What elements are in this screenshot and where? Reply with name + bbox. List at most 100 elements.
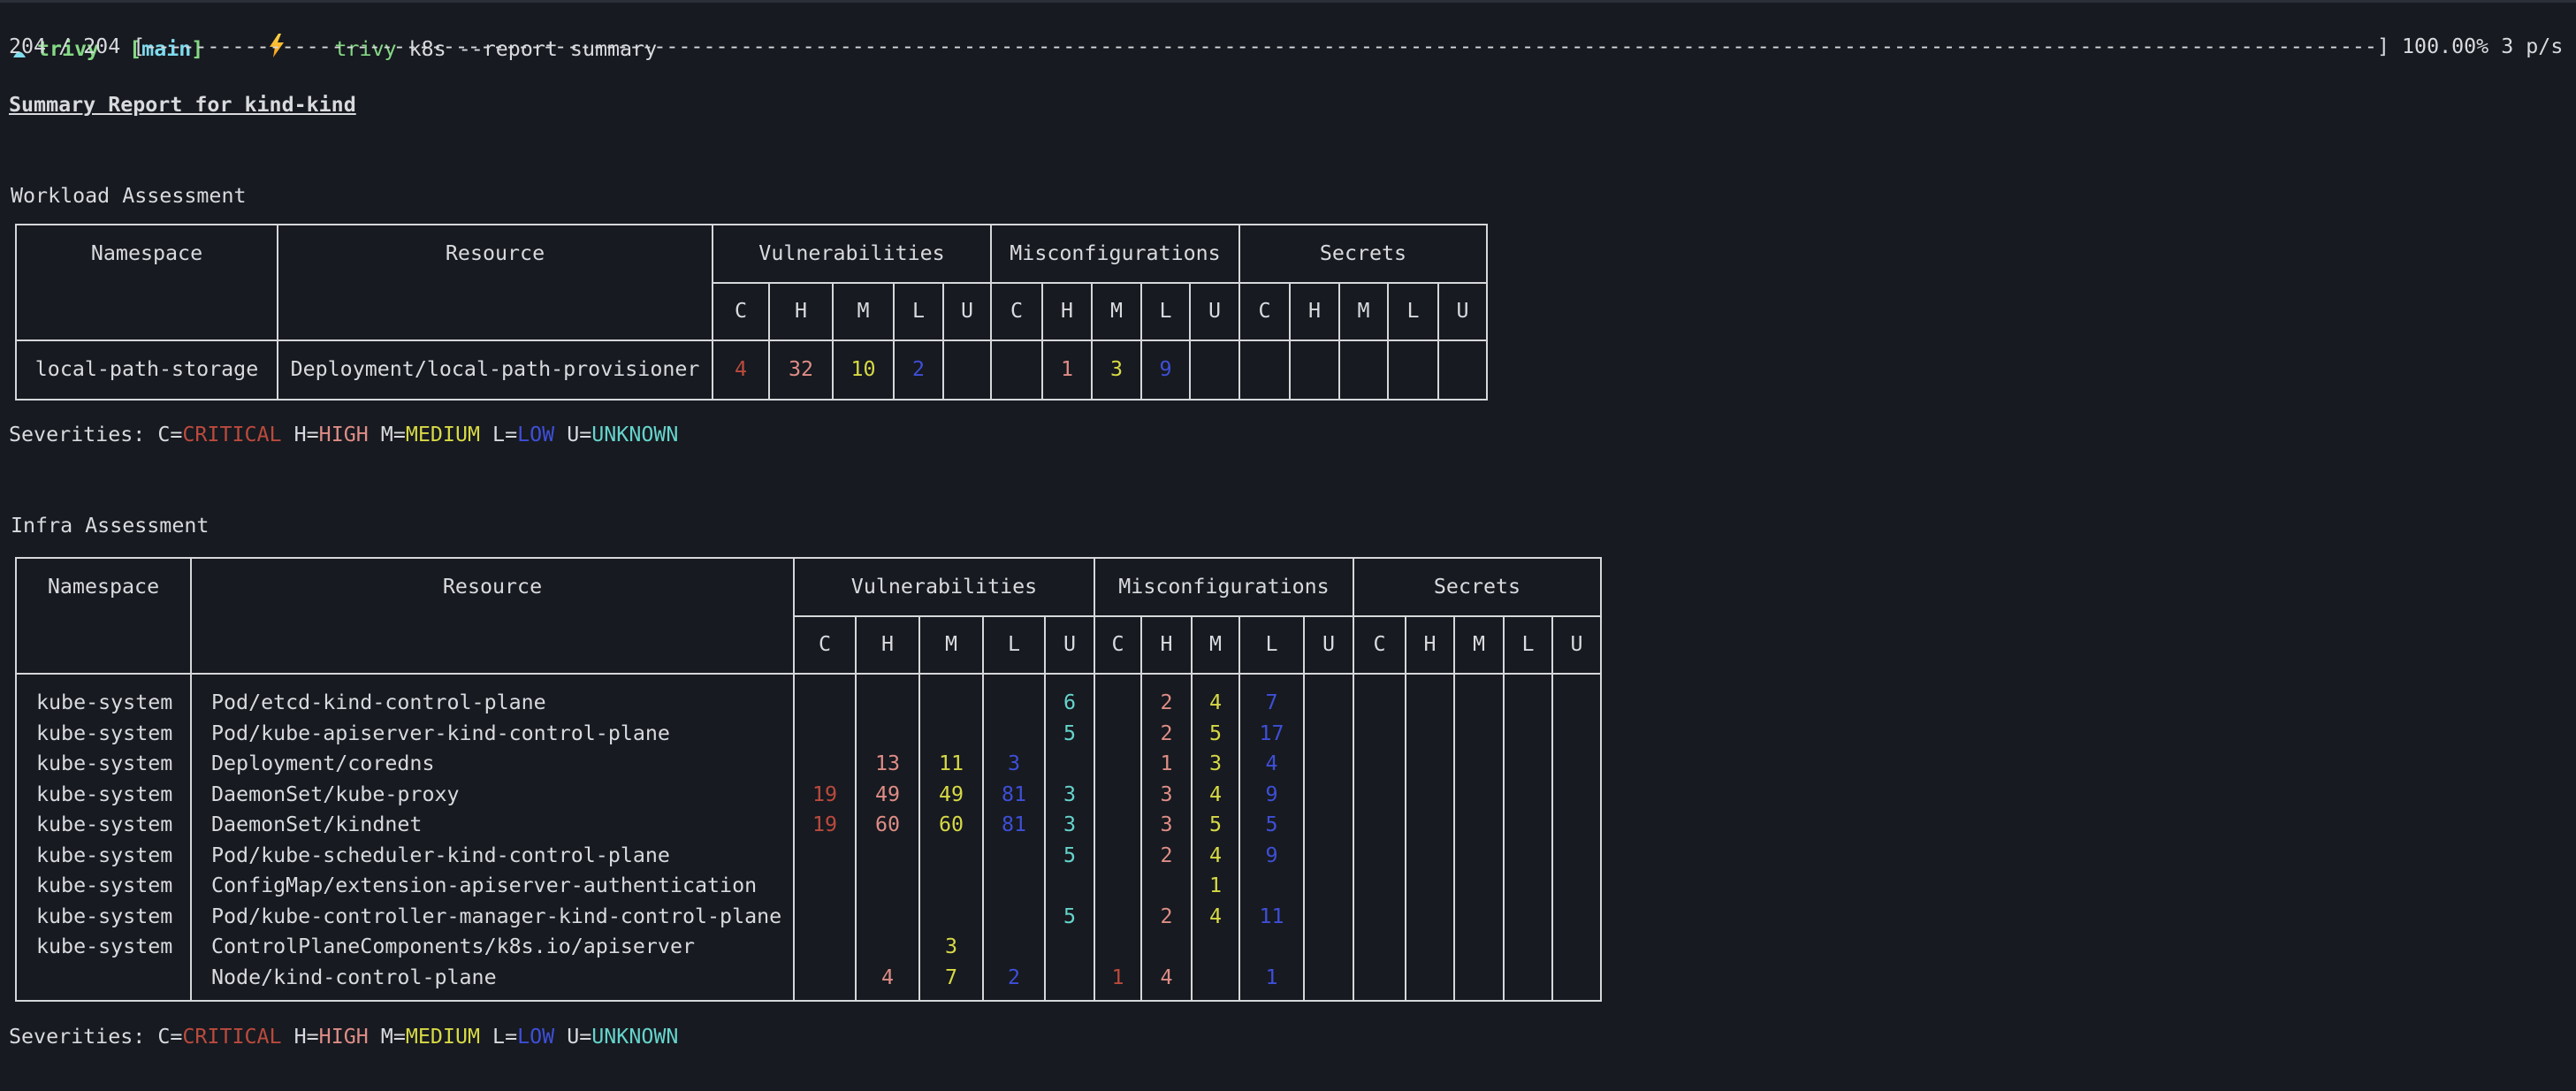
severity-value-line: 1 [1240,963,1303,994]
namespace-line: kube-system [17,749,190,780]
severity-value-line: 7 [920,963,982,994]
vulnerabilities-medium-value: 10 [833,340,894,400]
secrets-critical-value [1239,340,1290,400]
severity-value-line [1505,749,1551,780]
workload-assessment-table: NamespaceResourceVulnerabilitiesMisconfi… [15,224,1488,401]
severity-value-line [920,871,982,902]
severity-value-line [1354,749,1405,780]
severity-value-line [857,719,918,750]
group-header-secrets: Secrets [1353,558,1601,616]
severity-value-line [1354,719,1405,750]
severity-value-line [795,749,855,780]
severity-value-line: 3 [1193,749,1238,780]
severity-value-line [1553,688,1600,719]
severity-value-line [1046,932,1094,963]
severity-value-line: 2 [1142,688,1191,719]
severity-value-line [1455,780,1503,811]
severity-letter-header: U [1438,283,1487,340]
severity-value-line: 3 [1046,780,1094,811]
severity-value-line [1406,841,1453,872]
severity-value-line [1553,719,1600,750]
resource-line: ConfigMap/extension-apiserver-authentica… [192,871,793,902]
namespace-line [17,963,190,994]
severity-value-line [920,688,982,719]
severity-value-line [1095,780,1140,811]
legend-key: U= [554,1025,591,1049]
severity-value-line [1455,841,1503,872]
infra-section-title: Infra Assessment [11,511,209,542]
severity-value-line: 49 [857,780,918,811]
severity-value-line [1455,871,1503,902]
group-header-misconfigurations: Misconfigurations [991,225,1239,283]
legend-label: Severities: [9,1025,157,1049]
resource-line: Pod/kube-scheduler-kind-control-plane [192,841,793,872]
severity-value-line: 60 [857,810,918,841]
severity-value-line [1455,932,1503,963]
legend-key: L= [480,1025,517,1049]
severity-value-line: 11 [920,749,982,780]
severity-value-line [1455,902,1503,933]
severity-letter-header: L [1504,616,1552,674]
legend-severity-medium: MEDIUM [406,1025,480,1049]
severity-value-line [1305,749,1353,780]
severity-letter-header: H [856,616,919,674]
severity-value-line: 2 [1142,719,1191,750]
severity-value-line [1553,810,1600,841]
severity-value-line [1505,688,1551,719]
legend-key: C= [157,423,182,446]
secrets-unknown-column [1552,674,1601,1001]
secrets-high-value [1290,340,1339,400]
severity-letter-header: L [983,616,1045,674]
legend-key: H= [282,1025,319,1049]
severity-value-line [1553,841,1600,872]
severity-value-line: 7 [1240,688,1303,719]
severity-value-line [984,902,1044,933]
group-header-secrets: Secrets [1239,225,1487,283]
severity-letter-header: L [1141,283,1190,340]
severity-value-line [1553,902,1600,933]
misconfigurations-low-value: 9 [1141,340,1190,400]
severity-value-line: 9 [1240,780,1303,811]
severity-value-line [1406,932,1453,963]
severity-value-line: 9 [1240,841,1303,872]
namespace-line: kube-system [17,810,190,841]
group-header-vulnerabilities: Vulnerabilities [713,225,991,283]
namespace-line: kube-system [17,841,190,872]
severity-value-line [984,841,1044,872]
severity-letter-header: C [1094,616,1141,674]
namespace-column: kube-systemkube-systemkube-systemkube-sy… [16,674,191,1001]
vulnerabilities-critical-value: 4 [713,340,769,400]
scan-progress-line: 204 / 204 [-----------------------------… [9,32,2563,63]
resource-line: DaemonSet/kube-proxy [192,780,793,811]
misconfigurations-low-column: 7174959 11 1 [1239,674,1304,1001]
vulnerabilities-low-column: 38181 2 [983,674,1045,1001]
severity-value-line: 4 [857,963,918,994]
severity-letter-header: L [1239,616,1304,674]
severity-value-line [1505,810,1551,841]
severity-value-line [857,902,918,933]
severity-value-line: 5 [1046,719,1094,750]
severity-value-line [1193,932,1238,963]
severity-letter-header: M [1092,283,1141,340]
severity-value-line [920,841,982,872]
severity-value-line: 49 [920,780,982,811]
severity-value-line: 3 [1046,810,1094,841]
misconfigurations-unknown-column [1304,674,1353,1001]
misconfigurations-high-value: 1 [1042,340,1092,400]
severity-value-line [1505,963,1551,994]
severity-value-line [1406,963,1453,994]
legend-severity-high: HIGH [319,423,369,446]
severity-value-line [1455,719,1503,750]
severity-value-line [1455,963,1503,994]
severity-value-line [1305,688,1353,719]
severity-value-line: 3 [1142,810,1191,841]
legend-severity-unknown: UNKNOWN [591,1025,678,1049]
namespace-line: kube-system [17,871,190,902]
misconfigurations-critical-value [991,340,1042,400]
vulnerabilities-high-column: 134960 4 [856,674,919,1001]
severity-value-line [1553,749,1600,780]
severity-value-line [1240,871,1303,902]
severity-value-line: 4 [1240,749,1303,780]
severity-value-line [1553,932,1600,963]
severity-value-line [1095,841,1140,872]
